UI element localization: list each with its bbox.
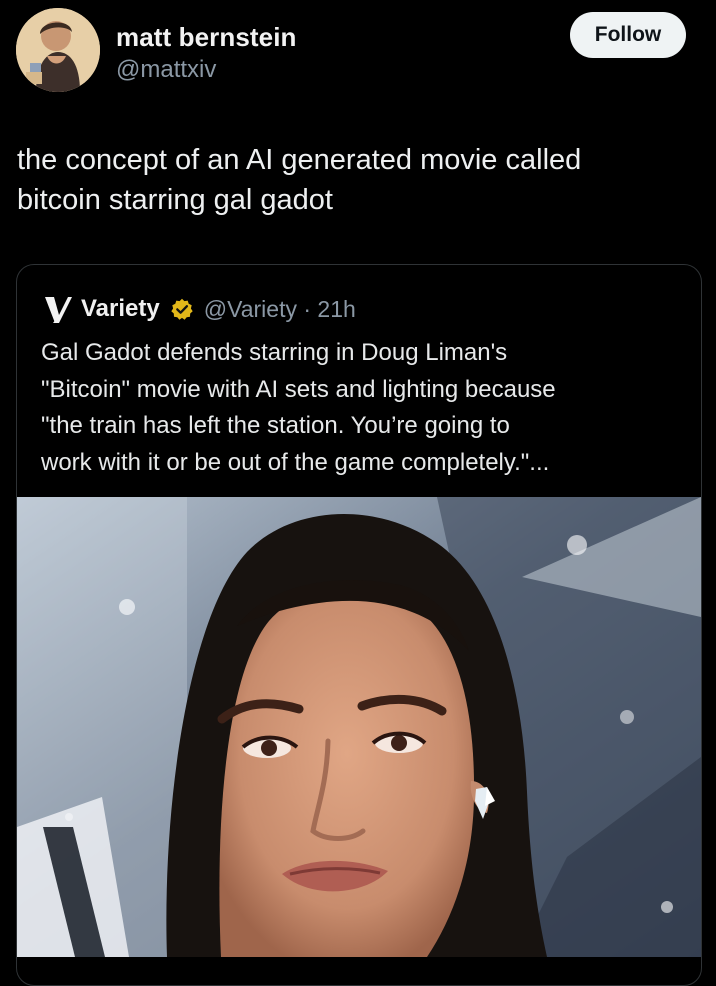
- quoted-post-card[interactable]: Variety @Variety · 21h Gal Gadot defends…: [16, 264, 702, 986]
- quoted-text-line: "Bitcoin" movie with AI sets and lightin…: [41, 375, 556, 403]
- follow-button[interactable]: Follow: [570, 12, 686, 58]
- quoted-post-header: Variety @Variety · 21h: [41, 289, 356, 329]
- author-handle[interactable]: @mattxiv: [116, 56, 216, 84]
- avatar-image: [16, 8, 100, 92]
- verified-badge-icon: [171, 298, 193, 320]
- variety-logo-icon: [45, 297, 72, 323]
- quoted-text-line: work with it or be out of the game compl…: [41, 448, 550, 476]
- quoted-handle-time[interactable]: @Variety · 21h: [204, 296, 356, 323]
- post-header: matt bernstein @mattxiv Follow: [16, 8, 700, 94]
- quoted-account-name[interactable]: Variety: [81, 295, 160, 323]
- portrait-photo: [17, 497, 701, 957]
- quoted-post-text: Gal Gadot defends starring in Doug Liman…: [41, 335, 681, 481]
- post-text: the concept of an AI generated movie cal…: [17, 140, 687, 220]
- quoted-text-line: Gal Gadot defends starring in Doug Liman…: [41, 339, 508, 366]
- post-text-line: bitcoin starring gal gadot: [17, 184, 333, 216]
- quoted-post-image[interactable]: [17, 497, 701, 957]
- author-name[interactable]: matt bernstein: [116, 22, 297, 53]
- author-avatar[interactable]: [16, 8, 100, 92]
- quoted-text-line: "the train has left the station. You’re …: [41, 412, 510, 439]
- post-text-line: the concept of an AI generated movie cal…: [17, 144, 582, 176]
